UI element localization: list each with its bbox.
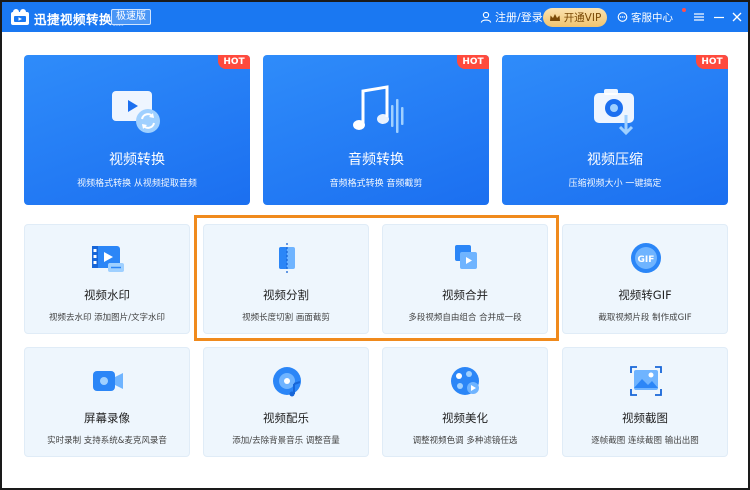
card-title: 视频转GIF [618, 288, 672, 302]
card-desc: 视频格式转换 从视频提取音频 [77, 179, 197, 189]
gif-badge-text: GIF [638, 255, 655, 265]
video-to-gif-card[interactable]: GIF 视频转GIF 截取视频片段 制作成GIF [562, 224, 728, 334]
title-bar: 迅捷视频转换器 极速版 注册/登录 开通VIP 客服中心 [2, 2, 748, 32]
customer-service-label: 客服中心 [631, 12, 673, 24]
video-split-card[interactable]: 视频分割 视频长度切割 画面截剪 [203, 224, 369, 334]
card-desc: 压缩视频大小 一键搞定 [568, 179, 662, 189]
card-desc: 添加/去除背景音乐 调整音量 [232, 436, 340, 446]
audio-convert-icon [353, 85, 404, 133]
video-to-gif-icon: GIF [631, 243, 661, 273]
video-music-icon [273, 367, 301, 397]
video-merge-card[interactable]: 视频合并 多段视频自由组合 合并成一段 [382, 224, 548, 334]
video-screenshot-icon [630, 366, 662, 396]
card-title: 视频水印 [84, 288, 130, 302]
screen-record-card[interactable]: 屏幕录像 实时录制 支持系统&麦克风录音 [24, 347, 190, 457]
card-desc: 多段视频自由组合 合并成一段 [408, 313, 522, 323]
video-convert-icon [112, 91, 160, 133]
card-desc: 逐帧截图 连续截图 输出出图 [591, 436, 699, 446]
app-window: 迅捷视频转换器 极速版 注册/登录 开通VIP 客服中心 HOT 视频转换 视频… [0, 0, 750, 490]
user-icon [480, 11, 492, 23]
video-watermark-card[interactable]: 视频水印 视频去水印 添加图片/文字水印 [24, 224, 190, 334]
video-merge-icon [455, 245, 477, 269]
audio-convert-card[interactable]: HOT 音频转换 音频格式转换 音频截剪 [263, 55, 489, 205]
card-title: 屏幕录像 [84, 411, 130, 425]
card-desc: 截取视频片段 制作成GIF [598, 313, 692, 323]
card-title: 视频截图 [622, 411, 668, 425]
card-desc: 视频长度切割 画面截剪 [242, 313, 330, 323]
screen-record-icon [93, 371, 123, 391]
vip-label: 开通VIP [563, 12, 602, 24]
card-desc: 实时录制 支持系统&麦克风录音 [47, 436, 167, 446]
card-title: 视频压缩 [587, 152, 643, 168]
login-register-label: 注册/登录 [495, 11, 543, 24]
video-split-icon [279, 243, 295, 273]
video-compress-card[interactable]: HOT 视频压缩 压缩视频大小 一键搞定 [502, 55, 728, 205]
card-title: 视频美化 [442, 411, 488, 425]
video-watermark-icon [92, 246, 124, 272]
card-title: 视频分割 [263, 288, 309, 302]
card-desc: 调整视频色调 多种滤镜任选 [412, 436, 518, 446]
video-music-card[interactable]: 视频配乐 添加/去除背景音乐 调整音量 [203, 347, 369, 457]
menu-icon[interactable] [692, 10, 706, 24]
card-desc: 音频格式转换 音频截剪 [329, 179, 423, 189]
close-icon[interactable] [730, 10, 744, 24]
video-convert-card[interactable]: HOT 视频转换 视频格式转换 从视频提取音频 [24, 55, 250, 205]
card-title: 音频转换 [348, 152, 404, 168]
card-title: 视频合并 [442, 288, 488, 302]
card-title: 视频转换 [109, 152, 165, 168]
customer-service-button[interactable]: 客服中心 [617, 10, 673, 25]
card-title: 视频配乐 [263, 411, 309, 425]
hot-badge: HOT [457, 55, 489, 69]
video-screenshot-card[interactable]: 视频截图 逐帧截图 连续截图 输出出图 [562, 347, 728, 457]
notification-dot [682, 8, 686, 12]
video-compress-icon [594, 89, 634, 136]
app-logo-icon [11, 9, 29, 25]
vip-button[interactable]: 开通VIP [543, 8, 607, 27]
video-beautify-card[interactable]: 视频美化 调整视频色调 多种滤镜任选 [382, 347, 548, 457]
card-desc: 视频去水印 添加图片/文字水印 [48, 313, 166, 323]
video-beautify-icon [451, 367, 479, 395]
login-register-button[interactable]: 注册/登录 [480, 9, 543, 25]
edition-badge: 极速版 [111, 9, 151, 25]
minimize-icon[interactable] [712, 10, 726, 24]
hot-badge: HOT [696, 55, 728, 69]
hot-badge: HOT [218, 55, 250, 69]
chat-icon [617, 12, 628, 22]
crown-icon [549, 13, 560, 21]
